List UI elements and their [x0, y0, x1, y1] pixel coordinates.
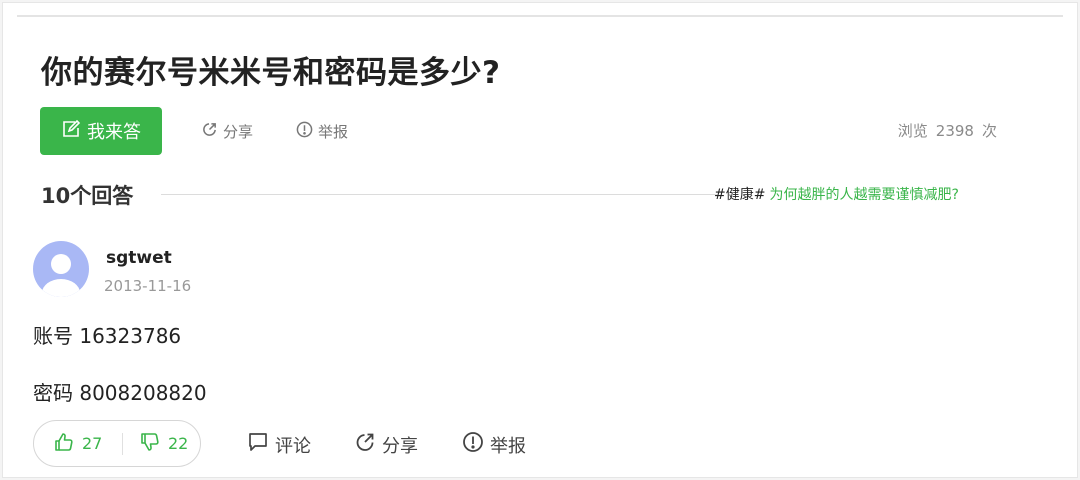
question-share-label: 分享 [223, 123, 254, 141]
answer-share-label: 分享 [382, 435, 418, 457]
vote-separator [122, 433, 123, 455]
edit-icon [61, 119, 81, 144]
report-icon [296, 121, 313, 142]
downvote-count: 22 [168, 434, 189, 453]
downvote-button[interactable]: 22 [140, 432, 188, 456]
views-number: 2398 [935, 122, 974, 140]
answer-line-account: 账号 16323786 [33, 324, 182, 348]
answer-share-button[interactable]: 分享 [354, 431, 418, 458]
top-divider [17, 15, 1063, 17]
report-icon [462, 431, 484, 458]
vote-box: 27 22 [33, 420, 201, 467]
question-share-button[interactable]: 分享 [201, 121, 253, 142]
comment-icon [247, 431, 269, 458]
question-title: 你的赛尔号米米号和密码是多少? [41, 55, 501, 91]
question-card: 你的赛尔号米米号和密码是多少? 我来答 分享 举报 浏览 2398 次 10个回… [2, 2, 1078, 478]
answers-count: 10个回答 [41, 184, 134, 208]
upvote-count: 27 [82, 434, 103, 453]
avatar-icon [42, 254, 80, 297]
answer-button[interactable]: 我来答 [40, 107, 162, 155]
comment-label: 评论 [275, 435, 311, 457]
topic-promo: #健康# 为何越胖的人越需要谨慎减肥? [714, 184, 959, 204]
share-icon [354, 431, 376, 458]
views-prefix: 浏览 [897, 122, 928, 140]
avatar[interactable] [33, 241, 89, 297]
thumbs-up-icon [54, 432, 74, 456]
view-count: 浏览 2398 次 [898, 120, 997, 141]
topic-tag[interactable]: #健康# [714, 187, 765, 203]
answer-report-button[interactable]: 举报 [462, 431, 526, 458]
answer-report-label: 举报 [490, 435, 526, 457]
thumbs-down-icon [140, 432, 160, 456]
share-icon [201, 121, 218, 142]
comment-button[interactable]: 评论 [247, 431, 311, 458]
question-report-label: 举报 [318, 123, 349, 141]
upvote-button[interactable]: 27 [54, 432, 102, 456]
views-suffix: 次 [981, 122, 997, 140]
answer-line-password: 密码 8008208820 [33, 381, 207, 405]
answer-username[interactable]: sgtwet [106, 248, 172, 268]
topic-link[interactable]: 为何越胖的人越需要谨慎减肥? [769, 187, 958, 203]
answer-button-label: 我来答 [87, 122, 141, 143]
answers-divider [161, 194, 717, 195]
answer-date: 2013-11-16 [104, 277, 192, 295]
question-report-button[interactable]: 举报 [296, 121, 348, 142]
